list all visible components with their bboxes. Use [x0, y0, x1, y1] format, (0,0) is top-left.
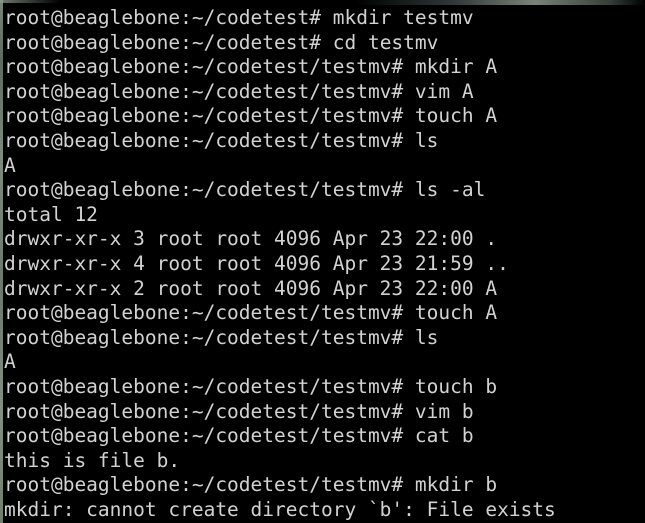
- command-text: touch b: [414, 374, 498, 398]
- terminal-prompt-line: root@beaglebone:~/codetest/testmv# touch…: [4, 375, 645, 400]
- output-text: mkdir: cannot create directory `b': File…: [4, 497, 556, 521]
- terminal-prompt-line: root@beaglebone:~/codetest/testmv# touch…: [4, 301, 645, 326]
- command-text: ls: [414, 325, 439, 349]
- command-text: vim b: [414, 399, 474, 423]
- terminal-output-line: drwxr-xr-x 4 root root 4096 Apr 23 21:59…: [4, 252, 645, 277]
- output-text: A: [4, 350, 16, 374]
- terminal-prompt-line: root@beaglebone:~/codetest/testmv# touch…: [4, 104, 645, 129]
- terminal-output-line: A: [4, 350, 645, 375]
- shell-prompt: root@beaglebone:~/codetest/testmv#: [4, 325, 415, 349]
- command-text: touch A: [414, 301, 498, 325]
- terminal-screen[interactable]: root@beaglebone:~/codetest# mkdir testmv…: [4, 0, 645, 523]
- terminal-window[interactable]: root@beaglebone:~/codetest# mkdir testmv…: [0, 0, 645, 523]
- shell-prompt: root@beaglebone:~/codetest/testmv#: [4, 399, 415, 423]
- terminal-prompt-line: root@beaglebone:~/codetest/testmv# cat b: [4, 424, 645, 449]
- terminal-prompt-line: root@beaglebone:~/codetest# mkdir testmv: [4, 6, 645, 31]
- output-text: this is file b.: [4, 448, 181, 472]
- terminal-output-line: A: [4, 154, 645, 179]
- output-text: drwxr-xr-x 3 root root 4096 Apr 23 22:00…: [4, 227, 498, 251]
- command-text: ls: [414, 128, 439, 152]
- shell-prompt: root@beaglebone:~/codetest/testmv#: [4, 104, 415, 128]
- shell-prompt: root@beaglebone:~/codetest#: [4, 6, 333, 29]
- terminal-prompt-line: root@beaglebone:~/codetest/testmv# ls: [4, 129, 645, 154]
- output-text: drwxr-xr-x 4 root root 4096 Apr 23 21:59…: [4, 251, 509, 275]
- shell-prompt: root@beaglebone:~/codetest/testmv#: [4, 128, 415, 152]
- terminal-output-line: mkdir: cannot create directory `b': File…: [4, 498, 645, 523]
- window-top-right-border: [355, 0, 645, 5]
- terminal-prompt-line: root@beaglebone:~/codetest/testmv# vim b: [4, 400, 645, 425]
- shell-prompt: root@beaglebone:~/codetest/testmv#: [4, 79, 415, 103]
- terminal-prompt-line: root@beaglebone:~/codetest/testmv# mkdir…: [4, 473, 645, 498]
- shell-prompt: root@beaglebone:~/codetest/testmv#: [4, 473, 415, 497]
- output-text: total 12: [4, 202, 98, 226]
- shell-prompt: root@beaglebone:~/codetest/testmv#: [4, 424, 415, 448]
- shell-prompt: root@beaglebone:~/codetest/testmv#: [4, 374, 415, 398]
- command-text: vim A: [414, 79, 474, 103]
- output-text: A: [4, 153, 16, 177]
- terminal-output-line: drwxr-xr-x 2 root root 4096 Apr 23 22:00…: [4, 277, 645, 302]
- command-text: mkdir b: [414, 473, 498, 497]
- shell-prompt: root@beaglebone:~/codetest/testmv#: [4, 301, 415, 325]
- window-top-left-border: [0, 0, 60, 3]
- window-left-border: [0, 0, 3, 523]
- terminal-prompt-line: root@beaglebone:~/codetest/testmv# ls: [4, 326, 645, 351]
- shell-prompt: root@beaglebone:~/codetest/testmv#: [4, 178, 415, 202]
- terminal-output-line: drwxr-xr-x 3 root root 4096 Apr 23 22:00…: [4, 227, 645, 252]
- shell-prompt: root@beaglebone:~/codetest/testmv#: [4, 55, 415, 79]
- command-text: mkdir testmv: [332, 6, 474, 29]
- command-text: ls -al: [414, 178, 486, 202]
- terminal-prompt-line: root@beaglebone:~/codetest/testmv# vim A: [4, 80, 645, 105]
- terminal-prompt-line: root@beaglebone:~/codetest# cd testmv: [4, 31, 645, 56]
- command-text: touch A: [414, 104, 498, 128]
- terminal-output-line: this is file b.: [4, 449, 645, 474]
- shell-prompt: root@beaglebone:~/codetest#: [4, 30, 333, 54]
- output-text: drwxr-xr-x 2 root root 4096 Apr 23 22:00…: [4, 276, 498, 300]
- command-text: cd testmv: [332, 30, 439, 54]
- command-text: mkdir A: [414, 55, 498, 79]
- terminal-prompt-line: root@beaglebone:~/codetest/testmv# mkdir…: [4, 55, 645, 80]
- terminal-output-line: total 12: [4, 203, 645, 228]
- terminal-prompt-line: root@beaglebone:~/codetest/testmv# ls -a…: [4, 178, 645, 203]
- command-text: cat b: [414, 424, 474, 448]
